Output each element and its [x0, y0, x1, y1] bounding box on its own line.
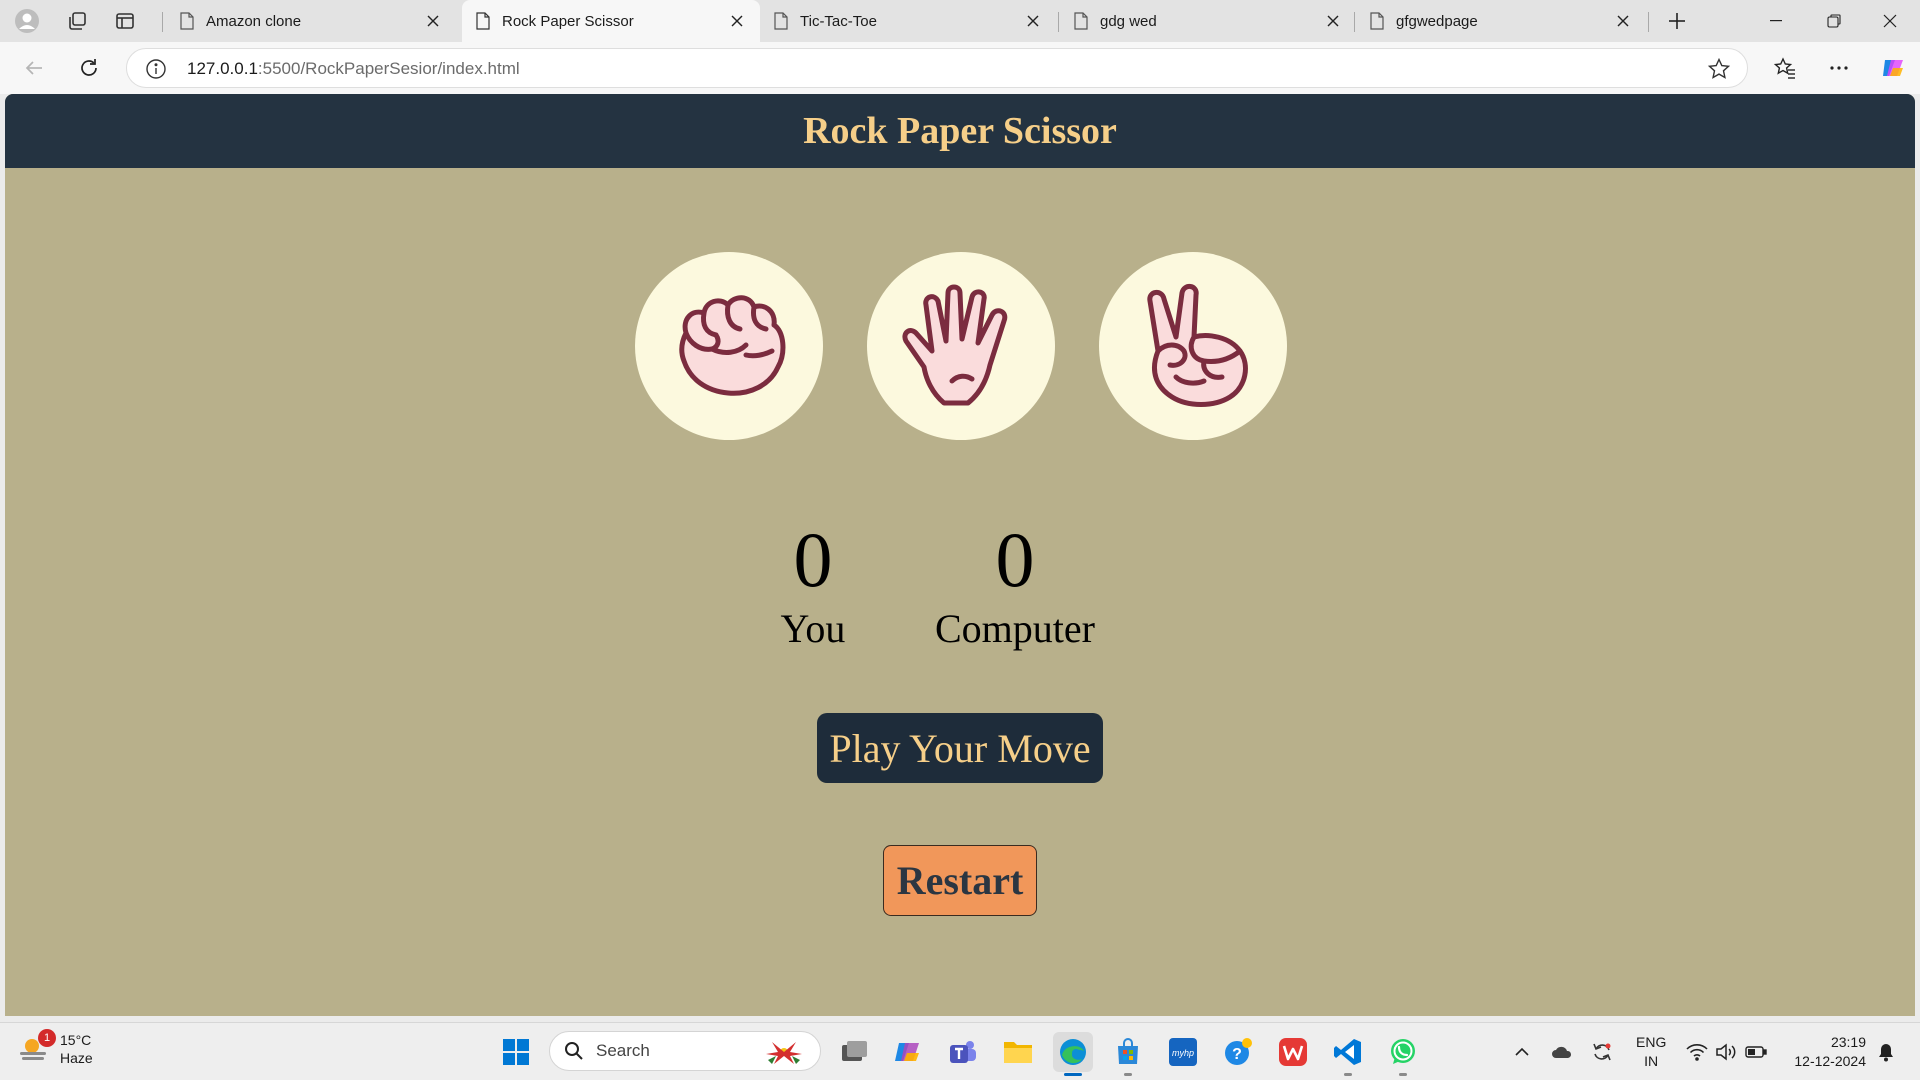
- close-tab-icon[interactable]: [1024, 12, 1042, 30]
- open-hand-icon: [902, 284, 1008, 406]
- restore-icon[interactable]: [1806, 0, 1862, 42]
- document-icon: [1370, 12, 1384, 30]
- user-score-label: You: [780, 606, 846, 651]
- close-tab-icon[interactable]: [424, 12, 442, 30]
- onedrive-icon[interactable]: [1550, 1040, 1574, 1064]
- tab-title: Tic-Tac-Toe: [800, 12, 877, 30]
- weather-condition: Haze: [60, 1050, 93, 1066]
- document-icon: [1074, 12, 1088, 30]
- battery-icon[interactable]: [1744, 1040, 1768, 1064]
- vscode-icon[interactable]: [1328, 1032, 1368, 1076]
- close-tab-icon[interactable]: [1324, 12, 1342, 30]
- choice-rock[interactable]: [635, 252, 823, 440]
- tab-amazon-clone[interactable]: Amazon clone: [166, 0, 456, 42]
- start-button[interactable]: [496, 1032, 536, 1072]
- teams-icon[interactable]: [943, 1032, 983, 1072]
- tab-tic-tac-toe[interactable]: Tic-Tac-Toe: [760, 0, 1056, 42]
- whatsapp-icon[interactable]: [1383, 1032, 1423, 1076]
- tab-gfgwedpage[interactable]: gfgwedpage: [1356, 0, 1646, 42]
- close-tab-icon[interactable]: [728, 12, 746, 30]
- site-info-icon[interactable]: [145, 58, 167, 85]
- edge-browser-icon[interactable]: [1053, 1032, 1093, 1076]
- system-clock[interactable]: 23:19 12-12-2024: [1786, 1033, 1866, 1071]
- file-explorer-icon[interactable]: [998, 1032, 1038, 1072]
- weather-temp: 15°C: [60, 1032, 92, 1048]
- poinsettia-icon: [766, 1042, 802, 1064]
- browser-toolbar: 127.0.0.1:5500/RockPaperSesior/index.htm…: [0, 42, 1920, 94]
- tab-rock-paper-scissor[interactable]: Rock Paper Scissor: [462, 0, 760, 42]
- clock-date: 12-12-2024: [1794, 1053, 1866, 1069]
- profile-icon[interactable]: [12, 6, 42, 36]
- sync-icon[interactable]: [1590, 1040, 1614, 1064]
- tab-strip: Amazon clone Rock Paper Scissor Tic-Tac-…: [0, 0, 1920, 42]
- choice-paper[interactable]: [867, 252, 1055, 440]
- message-box: Play Your Move: [817, 713, 1103, 783]
- document-icon: [180, 12, 194, 30]
- peace-hand-icon: [1147, 284, 1248, 407]
- user-score-box: 0 You: [763, 520, 863, 652]
- svg-text:myhp: myhp: [1172, 1048, 1194, 1058]
- choice-scissors[interactable]: [1099, 252, 1287, 440]
- computer-score: 0: [995, 516, 1035, 603]
- close-window-icon[interactable]: [1862, 0, 1918, 42]
- show-hidden-icons-icon[interactable]: [1510, 1040, 1534, 1064]
- document-icon: [774, 12, 788, 30]
- tab-title: gfgwedpage: [1396, 12, 1478, 30]
- fist-icon: [679, 295, 786, 396]
- clock-time: 23:19: [1830, 1034, 1866, 1050]
- language-code: ENG: [1636, 1034, 1667, 1050]
- document-icon: [476, 12, 490, 30]
- taskbar: 1 15°C Haze Search myhp ? ENG IN 23:19 1…: [0, 1022, 1920, 1080]
- store-icon[interactable]: [1108, 1032, 1148, 1076]
- tab-title: Amazon clone: [206, 12, 302, 30]
- myhp-icon[interactable]: myhp: [1163, 1032, 1203, 1072]
- wps-office-icon[interactable]: [1273, 1032, 1313, 1072]
- copilot-app-icon[interactable]: [888, 1032, 928, 1072]
- tab-title: gdg wed: [1100, 12, 1157, 30]
- search-placeholder: Search: [596, 1041, 650, 1060]
- windows-icon: [503, 1039, 529, 1065]
- copilot-icon[interactable]: [1877, 52, 1909, 84]
- minimize-icon[interactable]: [1748, 0, 1804, 42]
- tab-title: Rock Paper Scissor: [502, 12, 634, 30]
- tab-gdg-wed[interactable]: gdg wed: [1060, 0, 1356, 42]
- refresh-icon[interactable]: [73, 52, 105, 84]
- page-header: Rock Paper Scissor: [5, 94, 1915, 168]
- new-tab-icon[interactable]: [1662, 6, 1692, 36]
- notification-badge: 1: [38, 1029, 56, 1047]
- weather-widget[interactable]: 1 15°C Haze: [18, 1029, 93, 1067]
- more-options-icon[interactable]: [1823, 52, 1855, 84]
- search-icon: [565, 1042, 583, 1060]
- url-text: 127.0.0.1:5500/RockPaperSesior/index.htm…: [187, 59, 520, 78]
- computer-score-label: Computer: [935, 606, 1095, 651]
- restart-button[interactable]: Restart: [883, 845, 1037, 916]
- volume-icon[interactable]: [1714, 1040, 1738, 1064]
- page-title: Rock Paper Scissor: [803, 110, 1117, 152]
- user-score: 0: [793, 516, 833, 603]
- get-help-icon[interactable]: ?: [1218, 1032, 1258, 1072]
- region-code: IN: [1644, 1053, 1659, 1069]
- language-indicator[interactable]: ENG IN: [1636, 1033, 1666, 1071]
- favorites-icon[interactable]: [1769, 52, 1801, 84]
- computer-score-box: 0 Computer: [915, 520, 1115, 652]
- back-icon[interactable]: [18, 52, 50, 84]
- task-view-icon[interactable]: [834, 1032, 874, 1072]
- page-viewport: Rock Paper Scissor 0 You 0 Computer Play…: [5, 94, 1915, 1016]
- notifications-bell-icon[interactable]: [1874, 1040, 1898, 1064]
- tab-actions-icon[interactable]: [110, 6, 140, 36]
- wifi-icon[interactable]: [1685, 1040, 1709, 1064]
- favorite-star-icon[interactable]: [1707, 57, 1731, 86]
- svg-text:?: ?: [1232, 1046, 1242, 1063]
- taskbar-search[interactable]: Search: [549, 1031, 821, 1071]
- close-tab-icon[interactable]: [1614, 12, 1632, 30]
- workspaces-icon[interactable]: [62, 6, 92, 36]
- address-bar[interactable]: 127.0.0.1:5500/RockPaperSesior/index.htm…: [126, 48, 1748, 88]
